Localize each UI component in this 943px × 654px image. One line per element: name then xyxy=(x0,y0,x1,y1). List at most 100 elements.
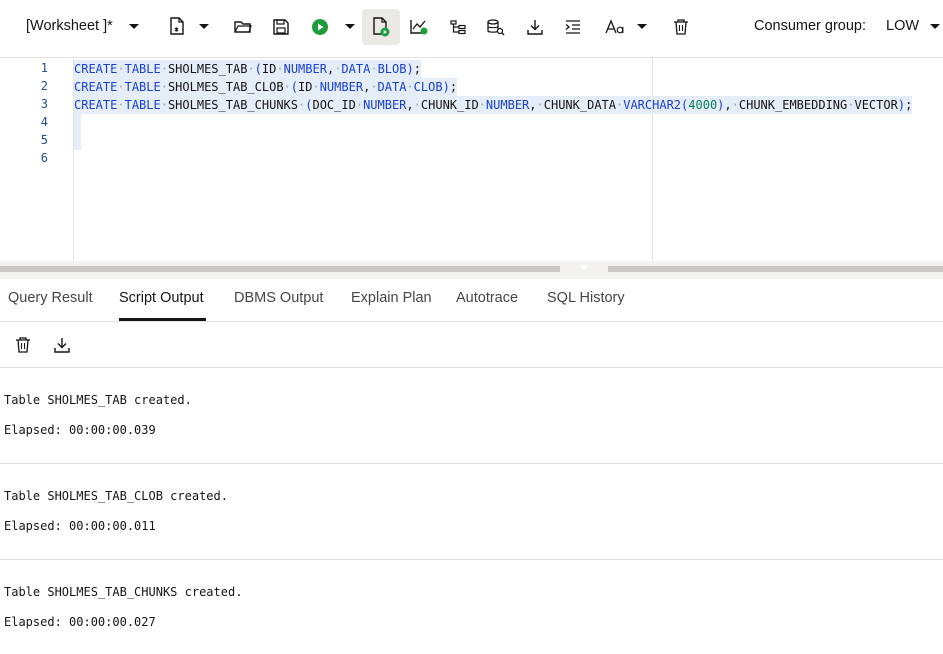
sql-keyword: TABLE xyxy=(124,98,161,112)
sql-keyword: VARCHAR2 xyxy=(623,98,682,112)
whitespace-marker: · xyxy=(478,98,486,112)
horizontal-scrollbar[interactable] xyxy=(608,266,943,272)
line-number: 1 xyxy=(40,61,48,75)
folder-open-icon xyxy=(234,21,252,33)
new-worksheet-icon xyxy=(170,17,184,35)
database-search-icon xyxy=(487,19,505,36)
output-tabs: Query Result Script Output DBMS Output E… xyxy=(0,280,943,322)
script-output-entry: Table SHOLMES_TAB_CHUNKS created. Elapse… xyxy=(0,560,943,654)
whitespace-marker: · xyxy=(160,80,168,94)
run-menu-button[interactable] xyxy=(340,9,360,45)
tab-script-output[interactable]: Script Output xyxy=(119,290,204,306)
horizontal-scrollbar[interactable] xyxy=(0,266,560,272)
clear-button[interactable] xyxy=(668,9,694,45)
consumer-group-dropdown[interactable] xyxy=(927,9,943,45)
run-icon xyxy=(312,19,328,35)
caret-down-icon xyxy=(129,24,139,29)
code-line[interactable]: CREATE·TABLE·SHOLMES_TAB_CHUNKS·(DOC_ID·… xyxy=(74,96,913,114)
sql-keyword: CREATE xyxy=(74,98,118,112)
sql-keyword: BLOB xyxy=(377,62,407,76)
whitespace-marker: · xyxy=(160,62,168,76)
save-button[interactable] xyxy=(268,9,294,45)
worksheet-title[interactable]: [Worksheet ]* xyxy=(26,18,113,34)
whitespace-marker: · xyxy=(370,80,378,94)
whitespace-marker: · xyxy=(370,62,378,76)
worksheet-toolbar: [Worksheet ]* Consumer group: LOW xyxy=(0,0,943,56)
selection-empty-line xyxy=(74,132,81,150)
sql-identifier: CHUNK_ID xyxy=(420,98,479,112)
run-script-button[interactable] xyxy=(362,9,400,45)
open-button[interactable] xyxy=(230,9,256,45)
format-button[interactable] xyxy=(560,9,586,45)
active-tab-indicator xyxy=(119,318,206,321)
text-case-button[interactable] xyxy=(602,9,628,45)
tab-query-result[interactable]: Query Result xyxy=(8,290,93,306)
splitter-handle-icon[interactable] xyxy=(580,266,588,270)
line-number: 5 xyxy=(40,133,48,147)
output-elapsed: Elapsed: 00:00:00.039 xyxy=(4,423,156,437)
sql-identifier: SHOLMES_TAB_CHUNKS xyxy=(167,98,298,112)
output-elapsed: Elapsed: 00:00:00.027 xyxy=(4,615,156,629)
sql-identifier: , xyxy=(529,98,537,112)
sql-identifier: , xyxy=(406,98,414,112)
sql-tuning-button[interactable] xyxy=(483,9,509,45)
code-line[interactable]: CREATE·TABLE·SHOLMES_TAB·(ID·NUMBER,·DAT… xyxy=(74,60,421,78)
whitespace-marker: · xyxy=(117,62,125,76)
line-number: 4 xyxy=(40,115,48,129)
sql-keyword: DATA xyxy=(341,62,371,76)
autotrace-button[interactable] xyxy=(445,9,471,45)
download-icon xyxy=(527,20,543,35)
run-statement-button[interactable] xyxy=(307,9,333,45)
sql-keyword: NUMBER xyxy=(485,98,530,112)
worksheet-menu-button[interactable] xyxy=(124,9,144,45)
whitespace-marker: · xyxy=(276,62,284,76)
tab-sql-history[interactable]: SQL History xyxy=(547,290,625,306)
explain-plan-icon xyxy=(410,20,428,35)
whitespace-marker: · xyxy=(160,98,168,112)
consumer-group-select[interactable]: LOW xyxy=(886,18,919,34)
download-output-button[interactable] xyxy=(49,327,75,363)
clear-output-button[interactable] xyxy=(10,327,36,363)
whitespace-marker: · xyxy=(406,80,414,94)
tab-dbms-output[interactable]: DBMS Output xyxy=(234,290,323,306)
output-message: Table SHOLMES_TAB_CHUNKS created. xyxy=(4,585,243,599)
sql-identifier: VECTOR xyxy=(854,98,898,112)
sql-identifier: SHOLMES_TAB_CLOB xyxy=(167,80,284,94)
whitespace-marker: · xyxy=(117,80,125,94)
sql-keyword: NUMBER xyxy=(319,80,364,94)
output-toolbar xyxy=(0,322,943,368)
new-worksheet-button[interactable] xyxy=(164,9,190,45)
sql-keyword: CREATE xyxy=(74,80,118,94)
whitespace-marker: · xyxy=(117,98,125,112)
whitespace-marker: · xyxy=(731,98,739,112)
sql-identifier: ; xyxy=(449,80,458,94)
explain-plan-button[interactable] xyxy=(406,9,432,45)
text-case-icon xyxy=(605,19,624,34)
code-line[interactable]: CREATE·TABLE·SHOLMES_TAB_CLOB·(ID·NUMBER… xyxy=(74,78,458,96)
sql-number: 4000 xyxy=(688,98,718,112)
tab-autotrace[interactable]: Autotrace xyxy=(456,290,518,306)
output-elapsed: Elapsed: 00:00:00.011 xyxy=(4,519,156,533)
line-number: 2 xyxy=(40,79,48,93)
line-number: 3 xyxy=(40,97,48,111)
sql-identifier: ; xyxy=(413,62,421,76)
download-icon xyxy=(54,338,70,353)
sql-keyword: ) xyxy=(897,98,906,112)
script-output-entry: Table SHOLMES_TAB_CLOB created. Elapsed:… xyxy=(0,464,943,560)
sql-keyword: ) xyxy=(406,62,414,76)
sql-identifier: SHOLMES_TAB xyxy=(167,62,248,76)
tab-explain-plan[interactable]: Explain Plan xyxy=(351,290,432,306)
selection-empty-line xyxy=(74,114,81,132)
text-case-menu-button[interactable] xyxy=(632,9,652,45)
sql-identifier: , xyxy=(724,98,732,112)
whitespace-marker: · xyxy=(247,62,255,76)
sql-editor[interactable]: 1 2 3 4 5 6 CREATE·TABLE·SHOLMES_TAB·(ID… xyxy=(0,57,943,262)
autotrace-icon xyxy=(450,20,466,35)
download-button[interactable] xyxy=(522,9,548,45)
line-number-gutter: 1 2 3 4 5 6 xyxy=(0,58,74,262)
sql-keyword: DATA xyxy=(377,80,407,94)
line-number: 6 xyxy=(40,151,48,165)
sql-keyword: ( xyxy=(290,80,299,94)
consumer-group-label: Consumer group: xyxy=(754,18,867,34)
new-worksheet-menu-button[interactable] xyxy=(194,9,214,45)
